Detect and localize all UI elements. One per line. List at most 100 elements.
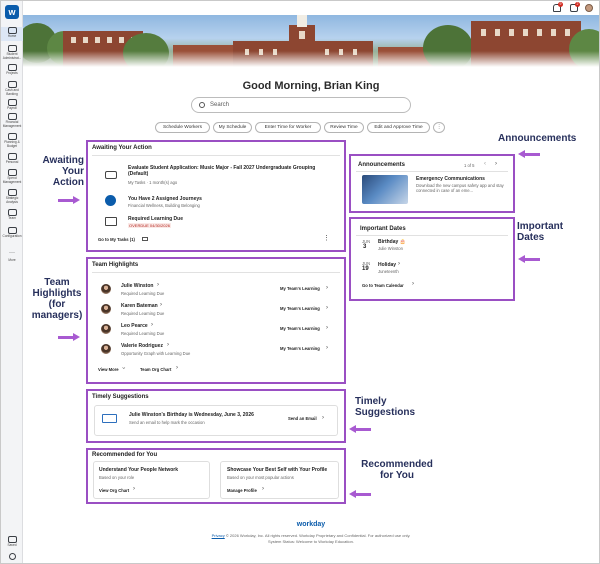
nav-home[interactable]: Home [1, 27, 23, 41]
annotation-arrow-team [58, 333, 80, 341]
suggestion-subtitle: Send an email to help mark the occasion [129, 420, 205, 425]
team-highlights-title: Team Highlights [92, 262, 139, 268]
strategy-icon [7, 189, 17, 196]
recommendation-title: Showcase Your Best Self with Your Profil… [227, 467, 328, 473]
manage-profile-link[interactable]: Manage Profile [227, 488, 257, 493]
shortcut-my-schedule[interactable]: My Schedule [213, 122, 252, 133]
nav-planning-budget[interactable]: Planning & Budget [1, 133, 23, 148]
nav-saved[interactable]: Saved [1, 536, 23, 548]
awaiting-your-action-card: Awaiting Your Action Evaluate Student Ap… [89, 143, 343, 249]
chevron-right-icon: › [133, 486, 135, 492]
chevron-right-icon[interactable]: › [495, 161, 497, 167]
team-learning-link[interactable]: My Team's Learning [280, 326, 320, 331]
team-learning-link[interactable]: My Team's Learning [280, 306, 320, 311]
learning-title[interactable]: Required Learning Due [128, 216, 183, 222]
annotation-arrow-awaiting [58, 196, 80, 204]
payroll-icon [7, 99, 17, 106]
team-org-chart-link[interactable]: Team Org Chart [140, 367, 171, 372]
chevron-right-icon: › [326, 345, 328, 351]
user-avatar[interactable] [585, 4, 593, 12]
chevron-left-icon[interactable]: ‹ [484, 161, 486, 167]
inbox-task-icon [105, 171, 117, 179]
footer-copyright: Privacy © 2026 Workday, Inc. All rights … [211, 533, 411, 538]
annotation-dates: Important Dates [517, 221, 564, 243]
team-member-status: Required Learning Due [121, 311, 165, 316]
book-icon [105, 217, 117, 226]
date-event-title[interactable]: Birthday 🎂 [378, 239, 406, 245]
shortcut-edit-and-approve-time[interactable]: Edit and Approve Time [367, 122, 430, 133]
go-to-team-calendar-link[interactable]: Go to Team Calendar [362, 283, 404, 288]
student-icon [7, 45, 17, 52]
task-title[interactable]: Evaluate Student Application: Music Majo… [128, 165, 328, 177]
team-member-name[interactable]: Valerie Rodriguez [121, 343, 163, 349]
send-email-link[interactable]: Send an Email [288, 416, 317, 421]
date-day: 19 [362, 266, 369, 272]
team-member-name[interactable]: Karen Bateman [121, 303, 158, 309]
home-icon [7, 27, 17, 34]
greeting-heading: Good Morning, Brian King [242, 80, 380, 92]
nav-projects[interactable]: Projects [1, 64, 23, 76]
shortcut-more-button[interactable]: ⋮ [433, 122, 445, 133]
suggestion-headline: Julie Winston's Birthday is Wednesday, J… [129, 412, 254, 418]
chevron-right-icon: › [326, 285, 328, 291]
planning-icon [7, 133, 17, 140]
privacy-link[interactable]: Privacy [212, 533, 225, 538]
nav-team[interactable]: Team [1, 209, 23, 221]
nav-personal[interactable]: Personal [1, 153, 23, 165]
nav-payroll[interactable]: Payroll [1, 99, 23, 111]
team-member-name[interactable]: Leo Pearce [121, 323, 148, 329]
announcement-pager: 1 of 5 [464, 163, 475, 168]
nav-strategic-analysis[interactable]: Strategic Analysis [1, 189, 23, 204]
bank-icon [7, 81, 17, 88]
nav-profile[interactable] [1, 553, 23, 560]
top-bar: 9 2 [23, 1, 599, 15]
go-to-my-tasks-link[interactable]: Go to My Tasks (1) [98, 237, 135, 242]
team-learning-link[interactable]: My Team's Learning [280, 346, 320, 351]
nav-spend-management[interactable]: Spend Management [1, 169, 23, 184]
chevron-right-icon: › [151, 322, 153, 328]
nav-cash-and-banking[interactable]: Cash and Banking [1, 81, 23, 96]
view-org-chart-link[interactable]: View Org Chart [99, 488, 129, 493]
shortcut-review-time[interactable]: Review Time [324, 122, 364, 133]
overdue-badge: OVERDUE 04/30/2026 [128, 223, 171, 228]
announcement-thumbnail [362, 175, 408, 204]
journeys-title[interactable]: You Have 2 Assigned Journeys [128, 196, 202, 202]
campus-banner-image [23, 15, 599, 67]
team-highlights-card: Team Highlights Julie Winston › Required… [89, 260, 343, 381]
spend-icon [7, 169, 17, 176]
workday-logo-icon[interactable]: w [5, 5, 19, 19]
team-member-status: Required Learning Due [121, 291, 165, 296]
annotation-announcements: Announcements [498, 133, 577, 144]
annotation-recommended: Recommended for You [361, 459, 433, 481]
date-event-title[interactable]: Holiday [378, 262, 396, 268]
announcement-item-title[interactable]: Emergency Communications [416, 176, 485, 182]
view-more-link[interactable]: View More [98, 367, 119, 372]
avatar [101, 284, 111, 294]
shortcut-enter-time-for-worker[interactable]: Enter Time for Worker [255, 122, 321, 133]
avatar [101, 324, 111, 334]
team-learning-link[interactable]: My Team's Learning [280, 286, 320, 291]
chevron-right-icon: › [398, 261, 400, 267]
nav-more[interactable]: ··· More [1, 250, 23, 263]
team-member-name[interactable]: Julie Winston [121, 283, 153, 289]
shortcut-schedule-workers[interactable]: Schedule Workers [155, 122, 210, 133]
more-dots-icon: ··· [9, 250, 15, 256]
nav-financial-management[interactable]: Financial Management [1, 113, 23, 128]
avatar [101, 344, 111, 354]
announcements-card: Announcements 1 of 5 ‹ › Emergency Commu… [352, 157, 512, 210]
person-icon [7, 153, 17, 160]
journeys-subtitle: Financial Wellness, Building Belonging [128, 203, 200, 208]
important-dates-title: Important Dates [360, 226, 406, 232]
chevron-right-icon: › [412, 281, 414, 287]
chevron-down-icon: › [120, 367, 126, 369]
nav-student-administration[interactable]: Student Administrat... [1, 45, 23, 60]
finance-icon [7, 113, 17, 120]
announcement-item-text: Download the new campus safety app and s… [416, 183, 504, 193]
nav-configuration[interactable]: Configuration [1, 227, 23, 239]
awaiting-title: Awaiting Your Action [92, 145, 152, 151]
chevron-right-icon: › [157, 282, 159, 288]
date-event-subtitle: Julie Winston [378, 246, 403, 251]
more-options-icon[interactable]: ⋮ [323, 234, 330, 242]
search-input[interactable]: Search [191, 97, 411, 113]
team-member-status: Required Learning Due [121, 331, 165, 336]
